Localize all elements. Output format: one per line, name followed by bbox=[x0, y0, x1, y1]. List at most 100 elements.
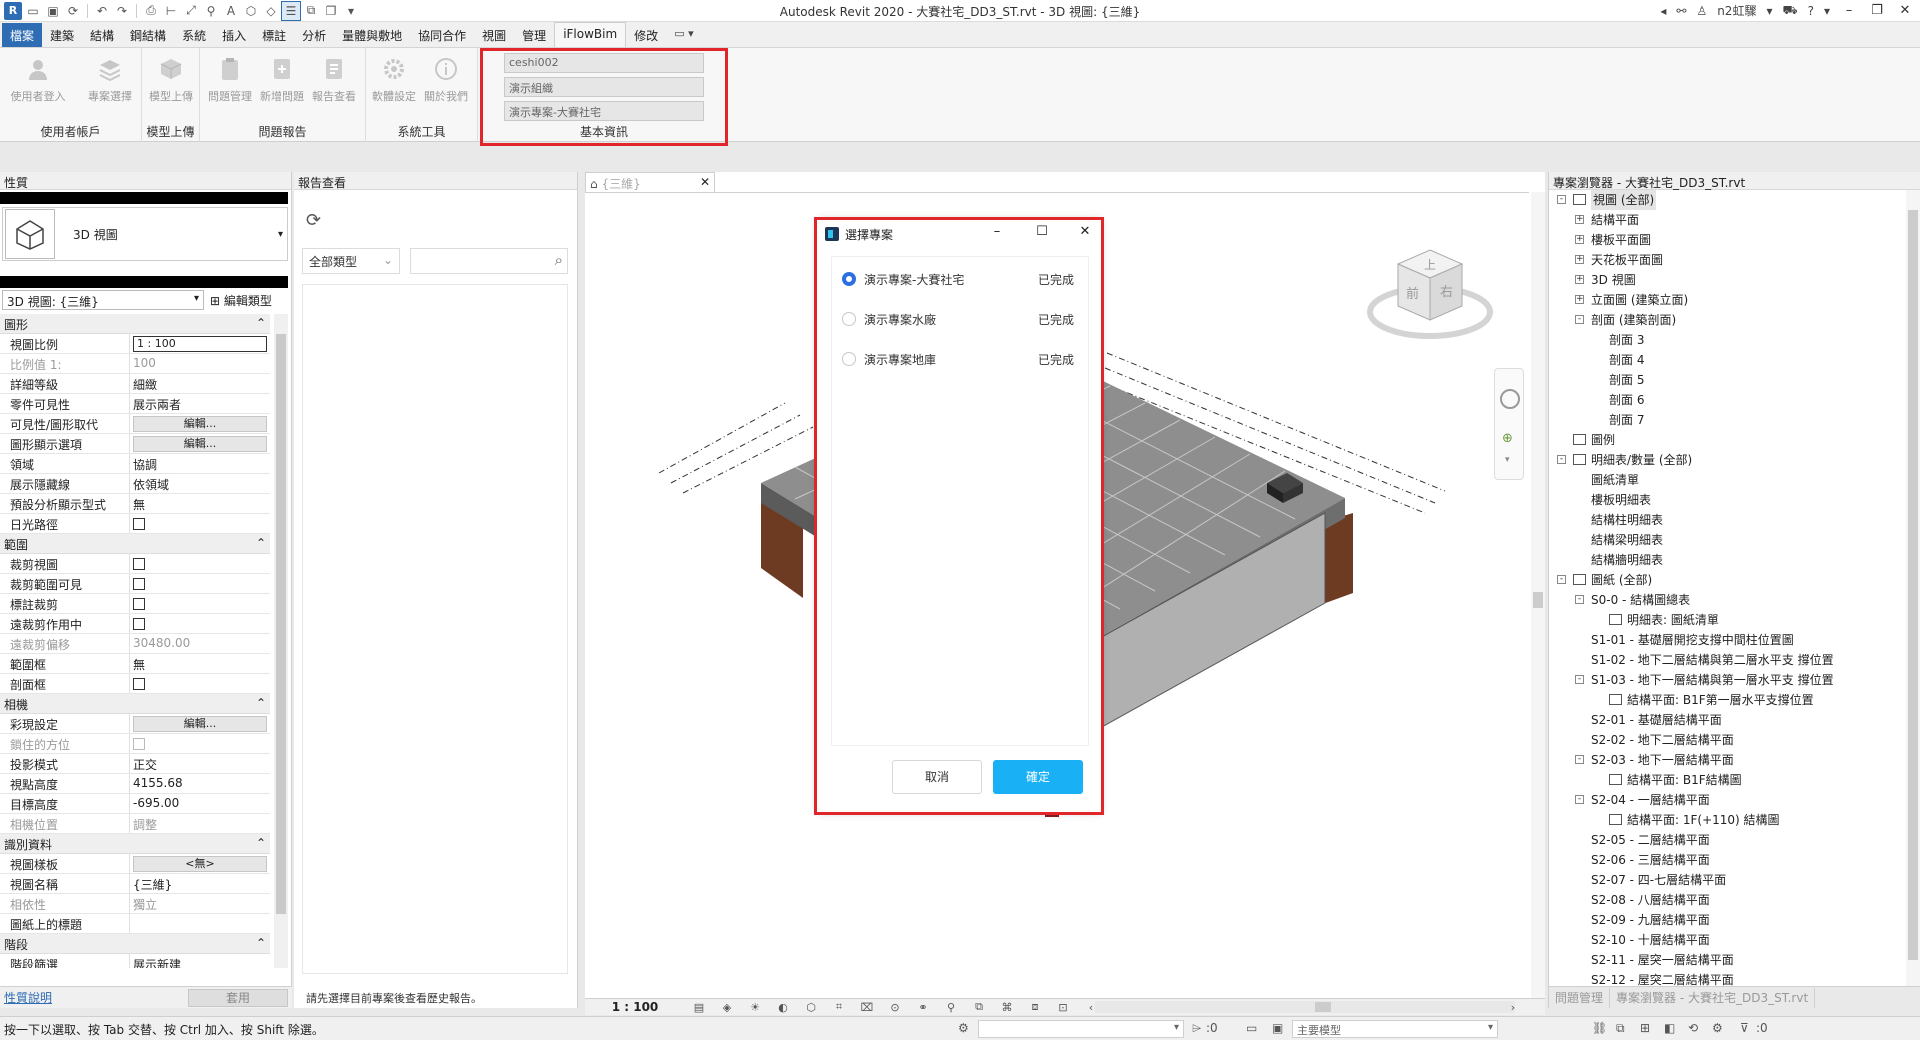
browser-tree-node[interactable]: S2-11 - 屋突一層結構平面 bbox=[1549, 950, 1904, 970]
user-name[interactable]: n2虹驟 bbox=[1717, 2, 1756, 19]
collapse-icon[interactable]: ⌃ bbox=[256, 696, 266, 711]
tab-structure[interactable]: 結構 bbox=[82, 23, 122, 47]
select-by-face-icon[interactable]: ◧ bbox=[1664, 1021, 1675, 1035]
tab-annotate[interactable]: 標註 bbox=[254, 23, 294, 47]
browser-tree-node[interactable]: S1-01 - 基礎層開挖支撐中間柱位置圖 bbox=[1549, 630, 1904, 650]
collapse-icon[interactable]: ⌃ bbox=[256, 536, 266, 551]
browser-tree-node[interactable]: + 天花板平面圖 bbox=[1549, 250, 1904, 270]
thin-lines-icon[interactable]: ☰ bbox=[281, 0, 301, 21]
browser-tree-node[interactable]: - S0-0 - 結構圖總表 bbox=[1549, 590, 1904, 610]
confirm-button[interactable]: 確定 bbox=[993, 760, 1083, 794]
browser-tree-node[interactable]: - S1-03 - 地下一層結構與第一層水平支 撐位置 bbox=[1549, 670, 1904, 690]
binoculars-icon[interactable]: ⚯ bbox=[1676, 4, 1686, 18]
save-icon[interactable]: ▣ bbox=[44, 2, 62, 20]
tab-massing-site[interactable]: 量體與敷地 bbox=[334, 23, 410, 47]
collapse-icon[interactable]: - bbox=[1575, 595, 1584, 604]
background-process-icon[interactable]: ⚙ bbox=[1712, 1021, 1723, 1035]
browser-tree-node[interactable]: S2-07 - 四-七層結構平面 bbox=[1549, 870, 1904, 890]
property-value[interactable]: 編輯... bbox=[130, 714, 270, 733]
view-tab[interactable]: ⌂ {三維} ✕ bbox=[585, 172, 715, 192]
browser-tree-node[interactable]: 結構柱明細表 bbox=[1549, 510, 1904, 530]
ribbon-minimize-icon[interactable]: ▭ ▾ bbox=[666, 23, 701, 47]
property-value[interactable]: 100 bbox=[130, 354, 270, 373]
property-section[interactable]: 階段 ⌃ bbox=[0, 934, 270, 954]
property-value[interactable]: 獨立 bbox=[130, 894, 270, 913]
property-value[interactable]: 正交 bbox=[130, 754, 270, 773]
expand-icon[interactable]: + bbox=[1575, 255, 1584, 264]
property-checkbox[interactable] bbox=[133, 738, 145, 750]
property-edit-button[interactable]: 編輯... bbox=[133, 716, 267, 732]
tab-insert[interactable]: 插入 bbox=[214, 23, 254, 47]
tab-modify[interactable]: 修改 bbox=[626, 23, 666, 47]
sync-icon[interactable]: ⟳ bbox=[64, 2, 82, 20]
expand-icon[interactable]: + bbox=[1575, 235, 1584, 244]
model-upload-button[interactable]: 模型上傳 bbox=[147, 52, 195, 110]
report-search-input[interactable]: ⌕ bbox=[410, 248, 568, 274]
sun-path-icon[interactable]: ☀ bbox=[746, 1000, 764, 1014]
select-pinned-icon[interactable]: ⊞ bbox=[1640, 1021, 1650, 1035]
property-section[interactable]: 相機 ⌃ bbox=[0, 694, 270, 714]
cart-icon[interactable]: ⛟ bbox=[1782, 3, 1797, 19]
browser-tree-node[interactable]: S1-02 - 地下二層結構與第二層水平支 撐位置 bbox=[1549, 650, 1904, 670]
view-vertical-scrollbar[interactable] bbox=[1531, 192, 1545, 998]
collapse-icon[interactable]: ⌃ bbox=[256, 316, 266, 331]
project-item[interactable]: 演示專案水廠 已完成 bbox=[832, 307, 1088, 331]
default-3d-view-icon[interactable]: ⬡ bbox=[242, 2, 260, 20]
type-selector[interactable]: 3D 視圖 ▾ bbox=[2, 207, 288, 261]
property-value[interactable]: -695.00 bbox=[130, 794, 270, 813]
maximize-icon[interactable]: ☐ bbox=[1032, 224, 1052, 239]
browser-tree-node[interactable]: - 圖紙 (全部) bbox=[1549, 570, 1904, 590]
login-button[interactable]: 使用者登入 bbox=[11, 52, 66, 110]
minimize-icon[interactable]: – bbox=[1840, 3, 1858, 18]
property-section[interactable]: 識別資料 ⌃ bbox=[0, 834, 270, 854]
scroll-right-icon[interactable]: › bbox=[1504, 1000, 1522, 1014]
select-underlay-icon[interactable]: ⧉ bbox=[1616, 1021, 1625, 1036]
property-edit-button[interactable]: 編輯... bbox=[133, 416, 267, 432]
property-value[interactable]: 展示新建 bbox=[130, 954, 270, 968]
design-options-icon[interactable]: ▭ bbox=[1246, 1021, 1257, 1035]
open-icon[interactable]: ▭ bbox=[24, 2, 42, 20]
customize-toolbar-icon[interactable]: ▾ bbox=[342, 2, 360, 20]
chevron-down-icon[interactable]: ▾ bbox=[1505, 455, 1510, 465]
tab-architecture[interactable]: 建築 bbox=[42, 23, 82, 47]
collapse-icon[interactable]: - bbox=[1557, 195, 1566, 204]
browser-tree-node[interactable]: 圖紙清單 bbox=[1549, 470, 1904, 490]
measure-icon[interactable]: ⊢ bbox=[162, 2, 180, 20]
account-dropdown-icon[interactable]: ▾ bbox=[1766, 4, 1772, 18]
rendering-icon[interactable]: ⬡ bbox=[802, 1000, 820, 1014]
property-edit-button[interactable]: 編輯... bbox=[133, 436, 267, 452]
tab-file[interactable]: 檔案 bbox=[2, 23, 43, 47]
constraints-icon[interactable]: ⊡ bbox=[1054, 1000, 1072, 1014]
collapse-icon[interactable]: - bbox=[1575, 755, 1584, 764]
browser-tree-node[interactable]: S2-09 - 九層結構平面 bbox=[1549, 910, 1904, 930]
collapse-icon[interactable]: ⌃ bbox=[256, 836, 266, 851]
browser-tree-node[interactable]: S2-08 - 八層結構平面 bbox=[1549, 890, 1904, 910]
project-radio[interactable] bbox=[842, 272, 856, 286]
tab-issue-manage[interactable]: 問題管理 bbox=[1549, 987, 1611, 1008]
collapse-icon[interactable]: ⌃ bbox=[256, 936, 266, 951]
browser-tree-node[interactable]: 樓板明細表 bbox=[1549, 490, 1904, 510]
close-hidden-windows-icon[interactable]: ⧉ bbox=[302, 2, 320, 20]
collapse-icon[interactable]: - bbox=[1575, 795, 1584, 804]
project-radio[interactable] bbox=[842, 312, 856, 326]
collapse-icon[interactable]: - bbox=[1575, 675, 1584, 684]
project-item[interactable]: 演示專案地庫 已完成 bbox=[832, 347, 1088, 371]
scrollbar-thumb[interactable] bbox=[276, 334, 286, 914]
tab-manage[interactable]: 管理 bbox=[514, 23, 554, 47]
software-settings-button[interactable]: 軟體設定 bbox=[370, 52, 418, 110]
tab-project-browser[interactable]: 專案瀏覽器 - 大賽社宅_DD3_ST.rvt bbox=[1610, 987, 1816, 1008]
browser-tree-node[interactable]: S2-01 - 基礎層結構平面 bbox=[1549, 710, 1904, 730]
shadows-icon[interactable]: ◐ bbox=[774, 1000, 792, 1014]
browser-tree-node[interactable]: 結構平面: B1F第一層水平支撐位置 bbox=[1549, 690, 1904, 710]
browser-tree-node[interactable]: 剖面 5 bbox=[1549, 370, 1904, 390]
expand-icon[interactable]: + bbox=[1575, 215, 1584, 224]
property-value[interactable]: 調整 bbox=[130, 814, 270, 833]
unlock-view-icon[interactable]: ⊙ bbox=[886, 1000, 904, 1014]
tab-view[interactable]: 視圖 bbox=[474, 23, 514, 47]
property-value[interactable] bbox=[130, 914, 270, 933]
browser-tree-node[interactable]: S2-05 - 二層結構平面 bbox=[1549, 830, 1904, 850]
redo-icon[interactable]: ↷ bbox=[113, 2, 131, 20]
properties-help-link[interactable]: 性質說明 bbox=[4, 989, 52, 1006]
property-value[interactable]: 協調 bbox=[130, 454, 270, 473]
section-icon[interactable]: ◇ bbox=[262, 2, 280, 20]
